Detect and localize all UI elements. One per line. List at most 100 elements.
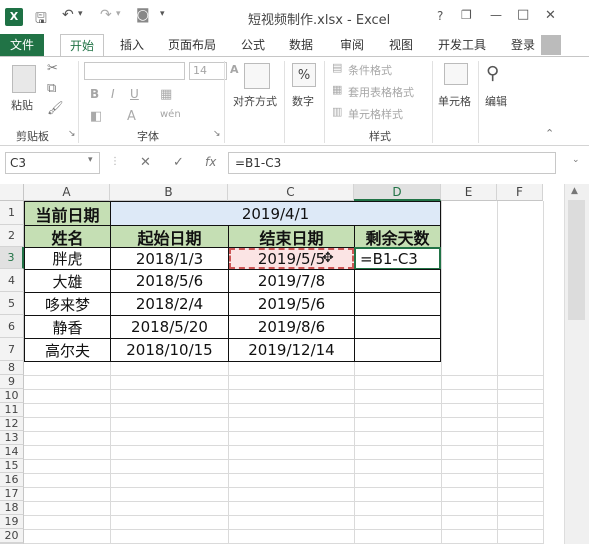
conditional-format-button[interactable]: 条件格式 bbox=[348, 62, 392, 78]
redo-dropdown-icon[interactable]: ▾ bbox=[116, 9, 121, 19]
copy-icon[interactable]: ⧉ bbox=[47, 81, 56, 96]
cell-b5[interactable]: 2018/2/4 bbox=[110, 292, 229, 316]
number-button[interactable]: 数字 bbox=[292, 93, 314, 109]
save-icon[interactable]: 🖫 bbox=[35, 8, 47, 32]
tab-file[interactable]: 文件 bbox=[0, 34, 45, 56]
paste-icon[interactable] bbox=[12, 65, 36, 93]
editing-button[interactable]: 编辑 bbox=[485, 93, 507, 109]
help-button[interactable]: ? bbox=[437, 9, 443, 23]
row-header-7[interactable]: 7 bbox=[0, 338, 24, 361]
alignment-icon[interactable] bbox=[244, 63, 270, 89]
tab-view[interactable]: 视图 bbox=[389, 34, 413, 56]
formula-input[interactable]: =B1-C3 bbox=[228, 152, 556, 174]
column-header-c[interactable]: C bbox=[228, 184, 354, 201]
cell-d3-active[interactable]: =B1-C3 bbox=[354, 247, 441, 270]
column-header-f[interactable]: F bbox=[497, 184, 543, 201]
tab-page-layout[interactable]: 页面布局 bbox=[168, 34, 216, 56]
underline-button[interactable]: U bbox=[130, 87, 139, 101]
cut-icon[interactable]: ✂ bbox=[47, 61, 58, 76]
font-color-icon[interactable]: A bbox=[127, 109, 136, 124]
row-header-8[interactable]: 8 bbox=[0, 361, 24, 375]
border-icon[interactable]: ▦ bbox=[160, 87, 172, 102]
maximize-button[interactable]: □ bbox=[517, 7, 529, 22]
row-header-20[interactable]: 20 bbox=[0, 529, 24, 543]
row-header-9[interactable]: 9 bbox=[0, 375, 24, 389]
cancel-button[interactable]: ✕ bbox=[140, 155, 151, 170]
alignment-button[interactable]: 对齐方式 bbox=[233, 93, 277, 109]
row-header-19[interactable]: 19 bbox=[0, 515, 24, 529]
row-header-5[interactable]: 5 bbox=[0, 292, 24, 315]
insert-function-button[interactable]: fx bbox=[205, 155, 216, 169]
row-header-3[interactable]: 3 bbox=[0, 247, 24, 269]
cell-a1[interactable]: 当前日期 bbox=[24, 201, 111, 226]
select-all-corner[interactable] bbox=[0, 184, 24, 201]
cell-b3[interactable]: 2018/1/3 bbox=[110, 247, 229, 270]
phonetic-button[interactable]: wén bbox=[160, 109, 181, 120]
redo-icon[interactable]: ↷ bbox=[100, 7, 112, 23]
font-size-combo[interactable]: 14 bbox=[189, 62, 227, 80]
cell-c4[interactable]: 2019/7/8 bbox=[228, 269, 355, 293]
percent-icon[interactable]: % bbox=[292, 63, 316, 87]
tab-home[interactable]: 开始 bbox=[60, 34, 105, 56]
cell-c6[interactable]: 2019/8/6 bbox=[228, 315, 355, 339]
cell-a3[interactable]: 胖虎 bbox=[24, 247, 111, 270]
customize-qat-icon[interactable]: ▾ bbox=[160, 9, 165, 19]
minimize-button[interactable]: — bbox=[490, 8, 502, 22]
tab-insert[interactable]: 插入 bbox=[120, 34, 144, 56]
cell-styles-icon[interactable]: ▥ bbox=[332, 105, 342, 118]
fill-color-icon[interactable]: ◧ bbox=[90, 109, 102, 124]
row-header-18[interactable]: 18 bbox=[0, 501, 24, 515]
cell-d2[interactable]: 剩余天数 bbox=[354, 225, 441, 248]
italic-button[interactable]: I bbox=[111, 87, 115, 101]
camera-icon[interactable]: ◙ bbox=[136, 7, 150, 23]
cell-c3[interactable]: 2019/5/5 bbox=[228, 247, 355, 270]
row-header-10[interactable]: 10 bbox=[0, 389, 24, 403]
name-box-dropdown-icon[interactable]: ▾ bbox=[88, 155, 93, 165]
row-header-11[interactable]: 11 bbox=[0, 403, 24, 417]
column-header-e[interactable]: E bbox=[441, 184, 497, 201]
row-header-6[interactable]: 6 bbox=[0, 315, 24, 338]
tab-data[interactable]: 数据 bbox=[289, 34, 313, 56]
cells-icon[interactable] bbox=[444, 63, 468, 85]
tab-developer[interactable]: 开发工具 bbox=[438, 34, 486, 56]
cell-a6[interactable]: 静香 bbox=[24, 315, 111, 339]
format-painter-icon[interactable]: 🖌 bbox=[47, 101, 64, 116]
row-header-16[interactable]: 16 bbox=[0, 473, 24, 487]
row-header-2[interactable]: 2 bbox=[0, 225, 24, 247]
row-header-15[interactable]: 15 bbox=[0, 459, 24, 473]
cell-d5[interactable] bbox=[354, 292, 441, 316]
cell-c5[interactable]: 2019/5/6 bbox=[228, 292, 355, 316]
cell-styles-button[interactable]: 单元格样式 bbox=[348, 106, 403, 122]
cell-a5[interactable]: 哆来梦 bbox=[24, 292, 111, 316]
clipboard-launcher-icon[interactable]: ↘ bbox=[68, 129, 76, 139]
font-name-combo[interactable] bbox=[84, 62, 185, 80]
bold-button[interactable]: B bbox=[90, 87, 99, 101]
cell-b4[interactable]: 2018/5/6 bbox=[110, 269, 229, 293]
scrollbar-thumb[interactable] bbox=[568, 200, 585, 320]
row-header-17[interactable]: 17 bbox=[0, 487, 24, 501]
row-header-14[interactable]: 14 bbox=[0, 445, 24, 459]
collapse-ribbon-icon[interactable]: ⌃ bbox=[545, 127, 554, 140]
grow-font-button[interactable]: A bbox=[230, 63, 239, 76]
cell-b1-merged[interactable]: 2019/4/1 bbox=[110, 201, 441, 226]
scroll-up-icon[interactable]: ▲ bbox=[571, 186, 578, 196]
column-header-a[interactable]: A bbox=[24, 184, 110, 201]
cell-c2[interactable]: 结束日期 bbox=[228, 225, 355, 248]
font-launcher-icon[interactable]: ↘ bbox=[213, 129, 221, 139]
name-box[interactable]: C3 bbox=[5, 152, 100, 174]
binoculars-icon[interactable]: ⚲ bbox=[486, 63, 499, 84]
column-header-b[interactable]: B bbox=[110, 184, 228, 201]
expand-formula-bar-icon[interactable]: ⌄ bbox=[572, 155, 580, 165]
cell-a2[interactable]: 姓名 bbox=[24, 225, 111, 248]
close-button[interactable]: ✕ bbox=[545, 8, 556, 23]
undo-icon[interactable]: ↶ bbox=[62, 7, 74, 23]
cell-a7[interactable]: 高尔夫 bbox=[24, 338, 111, 362]
row-header-4[interactable]: 4 bbox=[0, 269, 24, 292]
cells-button[interactable]: 单元格 bbox=[438, 93, 471, 109]
cell-b7[interactable]: 2018/10/15 bbox=[110, 338, 229, 362]
tab-review[interactable]: 审阅 bbox=[340, 34, 364, 56]
ribbon-display-button[interactable]: ❐ bbox=[461, 8, 472, 22]
avatar[interactable] bbox=[541, 35, 561, 55]
cell-d6[interactable] bbox=[354, 315, 441, 339]
cell-d7[interactable] bbox=[354, 338, 441, 362]
